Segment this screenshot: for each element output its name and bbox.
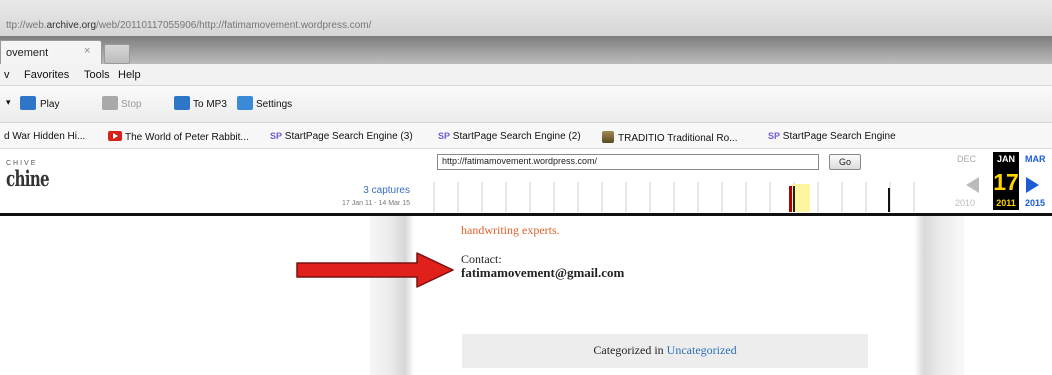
current-year: 2011 (993, 196, 1019, 210)
contact-email: fatimamovement@gmail.com (461, 265, 625, 280)
captures-link[interactable]: 3 captures (360, 185, 410, 196)
toolbar (0, 86, 1052, 123)
traditio-icon (602, 131, 614, 143)
to-mp3-button[interactable]: To MP3 (193, 99, 227, 110)
address-bar[interactable] (0, 0, 1052, 37)
favorite-item[interactable]: d War Hidden Hi... (4, 131, 85, 142)
red-arrow-icon (296, 252, 454, 288)
favorite-item[interactable]: SP StartPage Search Engine (2) (438, 131, 581, 142)
sparkline-grid (433, 182, 915, 212)
capture-sparkline[interactable] (430, 182, 930, 212)
prev-month[interactable]: DEC (957, 154, 976, 164)
go-button[interactable]: Go (829, 154, 861, 170)
capture-day: 17 (993, 166, 1019, 198)
right-page-shadow (914, 216, 964, 375)
favorite-item[interactable]: SP StartPage Search Engine (3) (270, 131, 413, 142)
startpage-icon: SP (768, 131, 781, 141)
favorite-item[interactable]: TRADITIO Traditional Ro... (602, 131, 737, 144)
settings-button[interactable]: Settings (256, 99, 292, 110)
favorite-item[interactable]: SP StartPage Search Engine (768, 131, 896, 142)
startpage-icon: SP (270, 131, 283, 141)
tab-close-icon[interactable]: × (84, 45, 90, 57)
capture-mark (793, 186, 795, 212)
menu-tools[interactable]: Tools (84, 69, 110, 81)
category-line: Categorized in Uncategorized (593, 343, 737, 357)
wayback-url-input[interactable]: http://fatimamovement.wordpress.com/ (437, 154, 819, 170)
next-capture-arrow-icon[interactable] (1026, 177, 1039, 193)
left-page-shadow (370, 216, 414, 375)
capture-date-range: 17 Jan 11 - 14 Mar 15 (342, 200, 410, 207)
prev-year[interactable]: 2010 (955, 198, 975, 208)
capture-mark (888, 188, 890, 212)
startpage-icon: SP (438, 131, 451, 141)
prev-capture-arrow-icon[interactable] (966, 177, 979, 193)
next-year[interactable]: 2015 (1025, 198, 1045, 208)
wayback-logo[interactable]: chine (6, 166, 50, 191)
menu-favorites[interactable]: Favorites (24, 69, 69, 81)
toolbar-dropdown-icon[interactable]: ▾ (6, 97, 11, 108)
category-link[interactable]: Uncategorized (667, 343, 737, 357)
settings-icon (237, 96, 253, 110)
play-icon (20, 96, 36, 110)
address-url[interactable]: ttp://web.archive.org/web/20110117055906… (6, 20, 371, 31)
stop-icon (102, 96, 118, 110)
capture-mark (789, 186, 792, 212)
play-button[interactable]: Play (40, 99, 59, 110)
address-domain: archive.org (46, 20, 97, 31)
mp3-icon (174, 96, 190, 110)
youtube-icon (108, 131, 122, 141)
menu-help[interactable]: Help (118, 69, 141, 81)
tab-strip (0, 36, 1052, 64)
menu-bar (0, 64, 1052, 86)
stop-button[interactable]: Stop (121, 99, 142, 110)
favorite-item[interactable]: The World of Peter Rabbit... (108, 131, 249, 143)
post-partial-text: handwriting experts. (461, 223, 560, 237)
tab-label: ovement (6, 47, 49, 59)
menu-view[interactable]: v (4, 69, 10, 81)
next-month[interactable]: MAR (1025, 154, 1046, 164)
new-tab-button[interactable] (104, 44, 130, 64)
current-month: JAN (993, 152, 1019, 166)
